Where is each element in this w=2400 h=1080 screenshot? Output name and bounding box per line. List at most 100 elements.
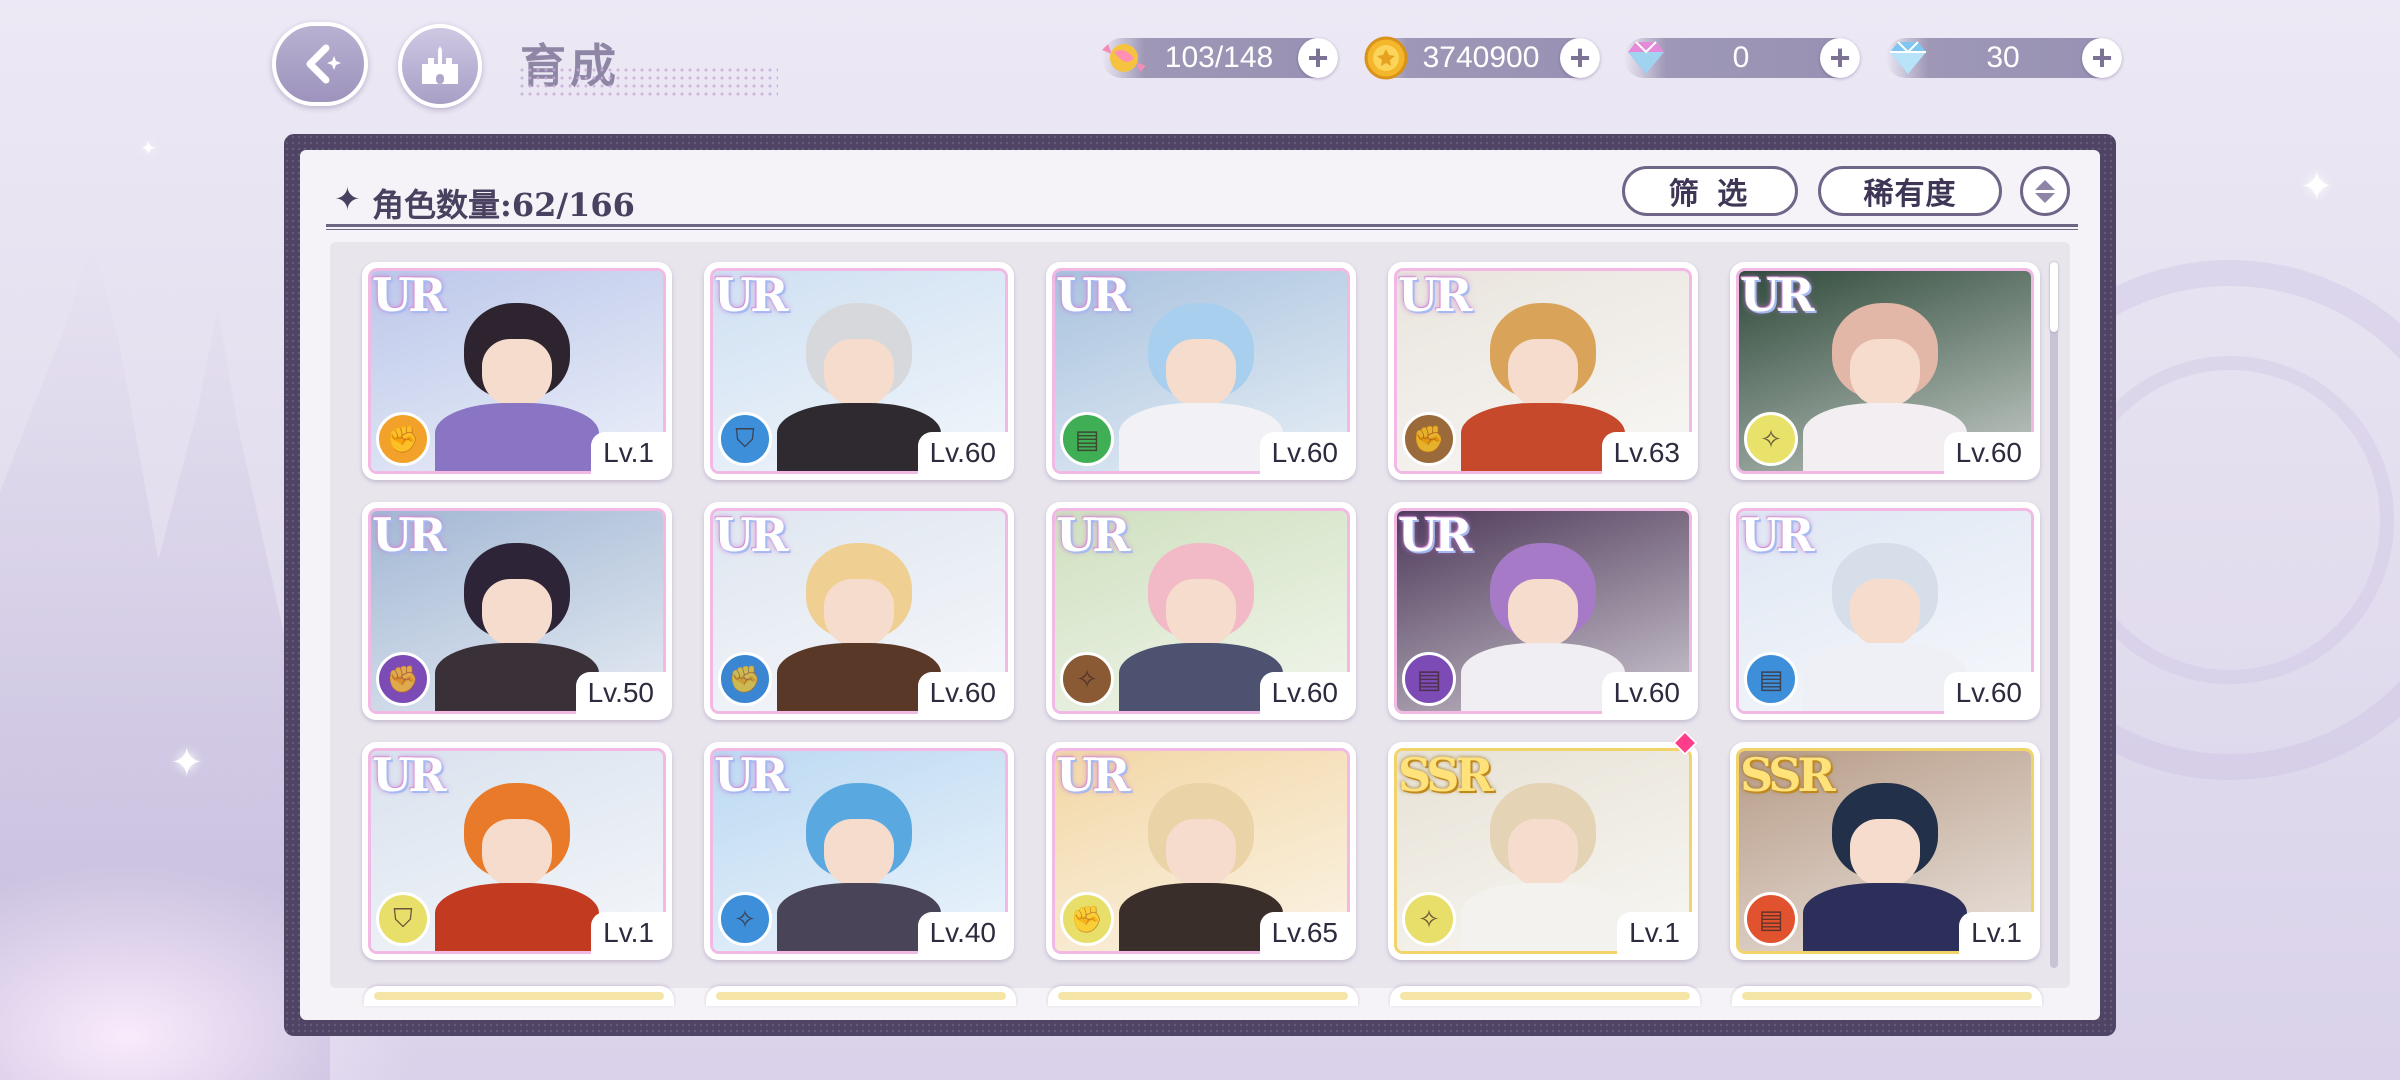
level-label: Lv.60	[1943, 432, 2034, 474]
character-card[interactable]: UR ▤ Lv.60	[1388, 502, 1698, 720]
add-coin-button[interactable]: +	[1560, 38, 1600, 78]
character-card[interactable]: UR ✊ Lv.50	[362, 502, 672, 720]
character-card[interactable]: UR ✧ Lv.60	[1046, 502, 1356, 720]
pink-gem-currency: 0 +	[1624, 38, 1860, 78]
character-card[interactable]: SSR ▤ Lv.1	[1730, 742, 2040, 960]
character-card-partial[interactable]	[1732, 986, 2042, 1006]
level-label: Lv.60	[1259, 672, 1350, 714]
rarity-badge: SSR	[1398, 748, 1494, 802]
shield-attribute-icon: ⛉	[718, 412, 772, 466]
character-card[interactable]: UR ✊ Lv.65	[1046, 742, 1356, 960]
level-label: Lv.65	[1259, 912, 1350, 954]
rarity-badge: UR	[714, 268, 788, 322]
sort-rarity-button[interactable]: 稀有度	[1818, 166, 2002, 216]
pink-gem-icon	[1618, 30, 1674, 86]
sparkle-icon: ✦	[140, 138, 157, 160]
character-count: 角色数量:62/166	[372, 180, 635, 226]
fist-attribute-icon: ✊	[376, 412, 430, 466]
fist-attribute-icon: ✊	[1060, 892, 1114, 946]
wand-attribute-icon: ✧	[1060, 652, 1114, 706]
level-label: Lv.60	[917, 432, 1008, 474]
character-card-partial[interactable]	[1048, 986, 1358, 1006]
rarity-badge: UR	[372, 268, 446, 322]
sort-up-icon	[2035, 179, 2055, 190]
book-attribute-icon: ▤	[1402, 652, 1456, 706]
home-button[interactable]	[398, 24, 482, 108]
rarity-badge: UR	[1398, 508, 1472, 562]
rarity-badge: UR	[372, 508, 446, 562]
book-attribute-icon: ▤	[1744, 892, 1798, 946]
fist-attribute-icon: ✊	[376, 652, 430, 706]
character-card[interactable]: UR ✊ Lv.1	[362, 262, 672, 480]
level-label: Lv.60	[1259, 432, 1350, 474]
level-label: Lv.40	[917, 912, 1008, 954]
rarity-badge: UR	[1740, 268, 1814, 322]
character-card[interactable]: UR ✧ Lv.60	[1730, 262, 2040, 480]
level-label: Lv.50	[575, 672, 666, 714]
rarity-badge: UR	[372, 748, 446, 802]
character-card-partial[interactable]	[1390, 986, 1700, 1006]
character-card[interactable]: UR ✊ Lv.60	[704, 502, 1014, 720]
add-pink-gem-button[interactable]: +	[1820, 38, 1860, 78]
character-card[interactable]: SSR ✧ Lv.1	[1388, 730, 1698, 960]
candy-icon	[1096, 30, 1152, 86]
character-card[interactable]: UR ▤ Lv.60	[1046, 262, 1356, 480]
character-card[interactable]: UR ✧ Lv.40	[704, 742, 1014, 960]
castle-icon	[422, 46, 458, 84]
rarity-badge: UR	[714, 508, 788, 562]
character-count-value: 62/166	[511, 186, 635, 224]
coin-value: 3740900	[1422, 41, 1540, 74]
back-arrow-icon	[306, 44, 341, 84]
filter-button[interactable]: 筛 选	[1622, 166, 1798, 216]
character-card[interactable]: UR ✊ Lv.63	[1388, 262, 1698, 480]
character-card[interactable]: UR ⛉ Lv.60	[704, 262, 1014, 480]
grid-scrollbar[interactable]	[2050, 262, 2058, 968]
character-card[interactable]: UR ⛉ Lv.1	[362, 742, 672, 960]
coin-icon	[1358, 30, 1414, 86]
four-point-star-icon: ✦	[334, 181, 361, 217]
sparkle-icon: ✦	[2300, 165, 2334, 209]
coin-currency: 3740900 +	[1364, 36, 1600, 80]
fist-attribute-icon: ✊	[718, 652, 772, 706]
candy-value: 103/148	[1164, 41, 1274, 74]
rarity-badge: UR	[714, 748, 788, 802]
rarity-badge: UR	[1056, 268, 1130, 322]
sort-order-toggle[interactable]	[2020, 166, 2070, 216]
level-label: Lv.1	[591, 912, 666, 954]
character-card[interactable]: UR ▤ Lv.60	[1730, 502, 2040, 720]
pink-gem-value: 0	[1732, 41, 1750, 74]
level-label: Lv.60	[1943, 672, 2034, 714]
level-label: Lv.60	[917, 672, 1008, 714]
character-card-partial[interactable]	[364, 986, 674, 1006]
character-card-partial[interactable]	[706, 986, 1016, 1006]
sort-down-icon	[2035, 192, 2055, 203]
title-decoration	[518, 66, 778, 96]
wand-attribute-icon: ✧	[1402, 892, 1456, 946]
add-diamond-button[interactable]: +	[2082, 38, 2122, 78]
shield-attribute-icon: ⛉	[376, 892, 430, 946]
level-label: Lv.60	[1601, 672, 1692, 714]
rarity-badge: UR	[1056, 748, 1130, 802]
rarity-badge: UR	[1740, 508, 1814, 562]
rarity-badge: UR	[1398, 268, 1472, 322]
book-attribute-icon: ▤	[1060, 412, 1114, 466]
level-label: Lv.1	[1959, 912, 2034, 954]
sparkle-icon: ✦	[170, 741, 204, 785]
scroll-thumb[interactable]	[2050, 262, 2058, 332]
wand-attribute-icon: ✧	[718, 892, 772, 946]
book-attribute-icon: ▤	[1744, 652, 1798, 706]
back-button[interactable]	[272, 22, 368, 106]
diamond-icon	[1880, 30, 1936, 86]
level-label: Lv.1	[1617, 912, 1692, 954]
diamond-value: 30	[1986, 41, 2020, 74]
add-candy-button[interactable]: +	[1298, 38, 1338, 78]
wand-attribute-icon: ✧	[1744, 412, 1798, 466]
character-count-label: 角色数量:	[372, 186, 512, 224]
rarity-badge: UR	[1056, 508, 1130, 562]
diamond-currency: 30 +	[1886, 38, 2122, 78]
header-divider	[326, 224, 2078, 230]
rarity-badge: SSR	[1740, 748, 1836, 802]
level-label: Lv.1	[591, 432, 666, 474]
candy-currency: 103/148 +	[1102, 38, 1338, 78]
fist-attribute-icon: ✊	[1402, 412, 1456, 466]
